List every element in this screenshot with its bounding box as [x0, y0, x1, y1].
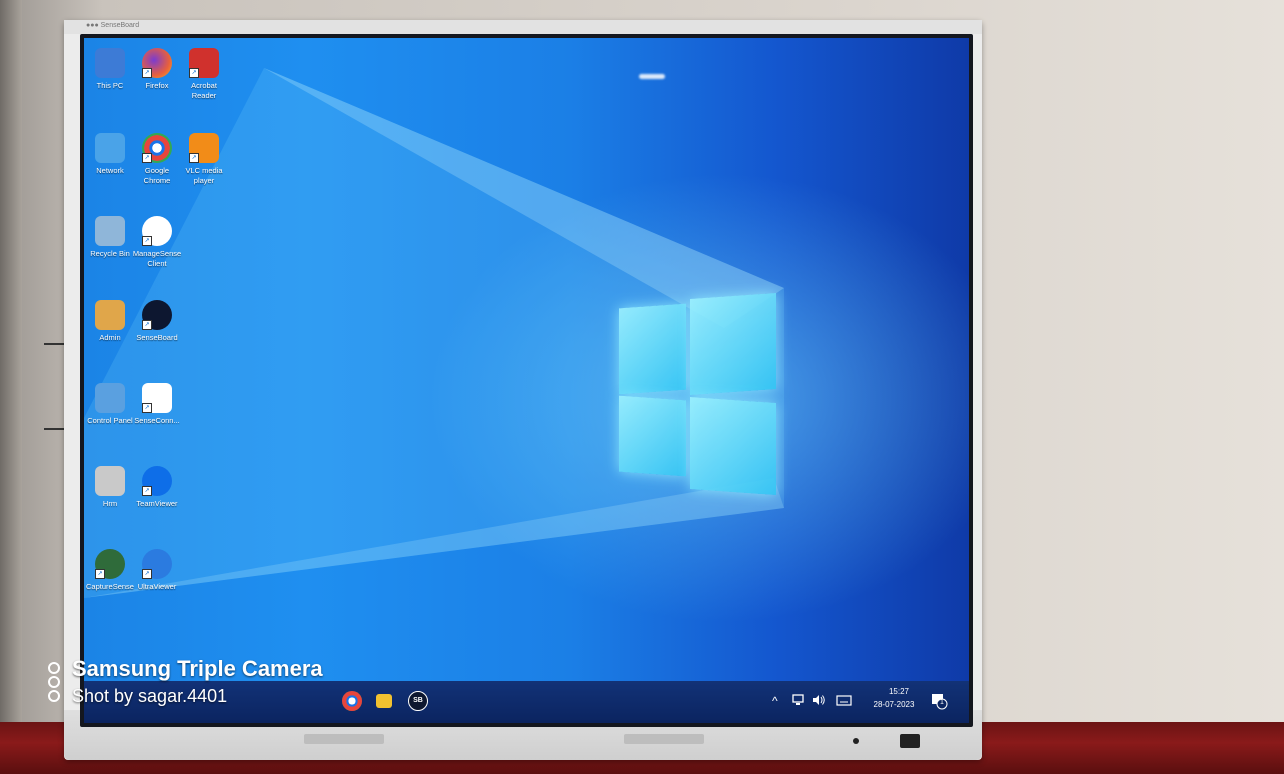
touch-keyboard-icon[interactable] [836, 694, 852, 709]
shortcut-arrow-icon: ↗ [142, 486, 152, 496]
user-folder-icon [95, 300, 125, 330]
desktop-icon-label: CaptureSense [86, 582, 134, 591]
bezel-slot [624, 734, 704, 744]
shortcut-arrow-icon: ↗ [189, 68, 199, 78]
desktop-icon-label: Hrm [102, 499, 118, 508]
power-led [853, 738, 859, 744]
wall-mark [44, 428, 64, 430]
control-panel-icon [95, 383, 125, 413]
teamviewer-icon: ↗ [142, 466, 172, 496]
watermark-subtitle: Shot by sagar.4401 [72, 686, 228, 706]
chrome-icon: ↗ [142, 133, 172, 163]
desktop-icon[interactable]: Recycle Bin [84, 216, 136, 259]
wall-mark [44, 343, 64, 345]
desktop-icon-label: SenseConn... [134, 416, 180, 425]
desktop-icon[interactable]: ↗ Acrobat Reader [178, 48, 230, 101]
desktop-icon[interactable]: ↗ TeamViewer [131, 466, 183, 509]
desktop-icon[interactable]: Admin [84, 300, 136, 343]
desktop-icon[interactable]: ↗ SenseBoard [131, 300, 183, 343]
desktop-icon[interactable]: Control Panel [84, 383, 136, 426]
brand-label: ●●● SenseBoard [86, 22, 140, 29]
shortcut-arrow-icon: ↗ [142, 153, 152, 163]
desktop-icon-label: VLC media player [185, 166, 223, 185]
vlc-icon: ↗ [189, 133, 219, 163]
desktop-icon-label: Control Panel [87, 416, 133, 425]
desktop-icon-label: Network [96, 166, 124, 175]
desktop-icon-label: UltraViewer [137, 582, 177, 591]
display-screen: This PC ↗ Firefox ↗ Acrobat Reader Network ↗ Go… [80, 34, 973, 727]
computer-icon [95, 48, 125, 78]
recycle-bin-icon [95, 216, 125, 246]
desktop-icon[interactable]: This PC [84, 48, 136, 91]
network-icon [95, 133, 125, 163]
show-hidden-icons-chevron[interactable]: ^ [772, 694, 778, 708]
shortcut-arrow-icon: ↗ [142, 68, 152, 78]
bezel-top: ●●● SenseBoard [64, 20, 982, 34]
network-icon[interactable] [792, 694, 804, 709]
desktop-icon[interactable]: Hrm [84, 466, 136, 509]
shortcut-arrow-icon: ↗ [142, 403, 152, 413]
senseboard-icon: ↗ [142, 300, 172, 330]
shortcut-arrow-icon: ↗ [142, 320, 152, 330]
senseboard-icon[interactable]: SB [408, 691, 428, 711]
capturesense-icon: ↗ [95, 549, 125, 579]
desktop-icon[interactable]: ↗ CaptureSense [84, 549, 136, 592]
managesense-icon: ↗ [142, 216, 172, 246]
desktop-icon-label: SenseBoard [136, 333, 178, 342]
desktop-icon-label: Recycle Bin [90, 249, 130, 258]
camera-logo-icon [48, 662, 62, 704]
desktop-icon-label: TeamViewer [136, 499, 178, 508]
desktop-icon-label: Google Chrome [143, 166, 171, 185]
desktop-icon-label: This PC [96, 81, 124, 90]
desktop-icon[interactable]: ↗ Firefox [131, 48, 183, 91]
clock-date[interactable]: 28-07-2023 [869, 700, 919, 709]
file-explorer-icon[interactable] [376, 694, 392, 708]
notifications-count: 1 [940, 699, 944, 706]
shortcut-arrow-icon: ↗ [142, 236, 152, 246]
desktop-icon[interactable]: Network [84, 133, 136, 176]
power-button[interactable] [900, 734, 920, 748]
ultraviewer-icon: ↗ [142, 549, 172, 579]
file-icon [95, 466, 125, 496]
acrobat-icon: ↗ [189, 48, 219, 78]
shortcut-arrow-icon: ↗ [142, 569, 152, 579]
chrome-icon[interactable] [342, 691, 362, 711]
shortcut-arrow-icon: ↗ [189, 153, 199, 163]
desktop-icon[interactable]: ↗ VLC media player [178, 133, 230, 186]
desktop-icon-label: Firefox [145, 81, 169, 90]
clock-time[interactable]: 15:27 [879, 687, 919, 696]
wall-shadow [0, 0, 22, 722]
desktop-icon[interactable]: ↗ Google Chrome [131, 133, 183, 186]
desktop[interactable]: This PC ↗ Firefox ↗ Acrobat Reader Network ↗ Go… [84, 38, 969, 681]
desktop-icon[interactable]: ↗ UltraViewer [131, 549, 183, 592]
firefox-icon: ↗ [142, 48, 172, 78]
senseconn-icon: ↗ [142, 383, 172, 413]
shortcut-arrow-icon: ↗ [95, 569, 105, 579]
desktop-icon-label: Acrobat Reader [191, 81, 217, 100]
bezel-slot [304, 734, 384, 744]
desktop-icon[interactable]: ↗ ManageSense Client [131, 216, 183, 269]
notifications-icon[interactable]: 1 [930, 692, 948, 710]
volume-icon[interactable] [812, 694, 826, 709]
screen-glare [639, 74, 665, 79]
watermark-title: Samsung Triple Camera [72, 656, 323, 681]
desktop-icon[interactable]: ↗ SenseConn... [131, 383, 183, 426]
desktop-icon-label: ManageSense Client [132, 249, 182, 268]
desktop-icon-label: Admin [99, 333, 121, 342]
